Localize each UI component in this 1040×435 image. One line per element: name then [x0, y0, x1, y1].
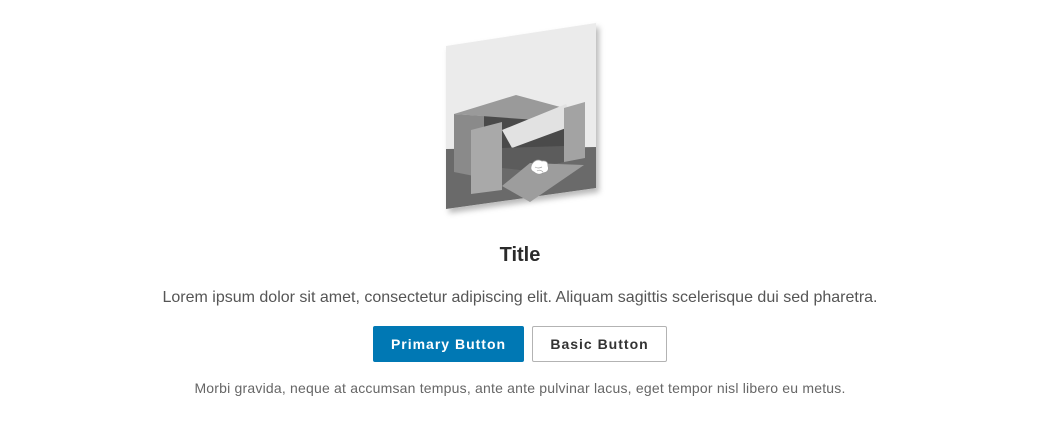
secondary-text: Morbi gravida, neque at accumsan tempus,… — [194, 380, 846, 396]
paper-ball-icon — [530, 159, 549, 175]
empty-state: Title Lorem ipsum dolor sit amet, consec… — [0, 0, 1040, 435]
basic-button[interactable]: Basic Button — [532, 326, 667, 362]
empty-state-description: Lorem ipsum dolor sit amet, consectetur … — [162, 289, 878, 306]
empty-state-title: Title — [499, 244, 541, 266]
open-box-illustration — [440, 18, 608, 220]
action-buttons: Primary Button Basic Button — [0, 326, 1040, 362]
primary-button[interactable]: Primary Button — [373, 326, 524, 362]
